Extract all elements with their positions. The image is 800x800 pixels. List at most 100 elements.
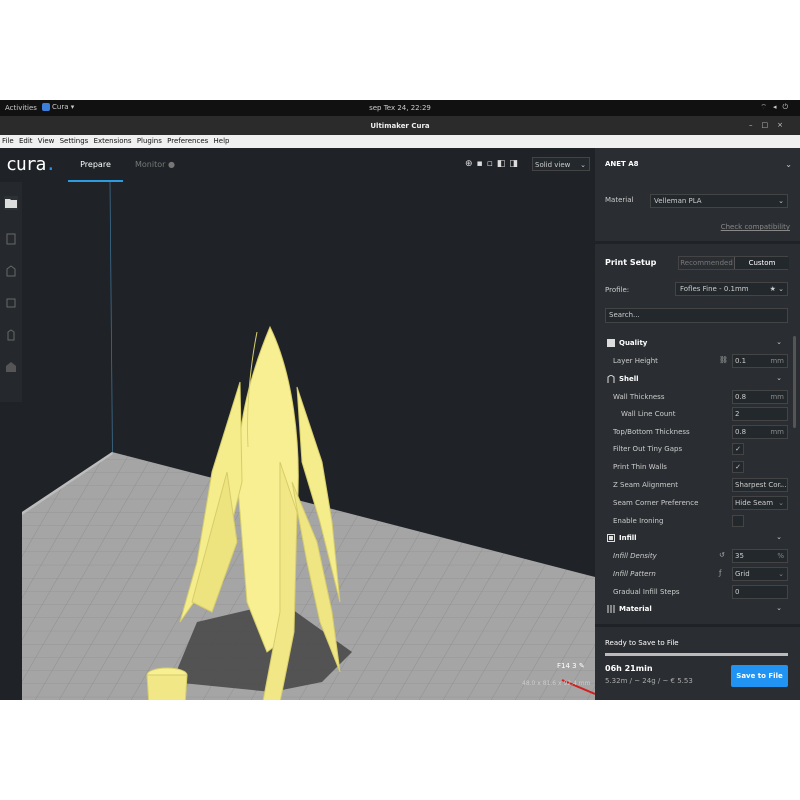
wall-thickness-input[interactable]: 0.8 mm — [732, 390, 788, 404]
settings-list: Quality ⌄ Layer Height ⛓ 0.1 mm Shell ⌄ Wall … — [595, 333, 800, 653]
material-label: Material — [605, 196, 634, 204]
setting-infill-density: Infill Density ↺ 35% — [595, 548, 790, 565]
material-select[interactable]: Velleman PLA ⌄ — [650, 194, 788, 208]
setting-infill-pattern: Infill Pattern ƒ Grid ⌄ — [595, 566, 790, 583]
view-3d-icon[interactable]: ⊕ — [465, 159, 477, 169]
setting-gradual-infill-steps: Gradual Infill Steps 0 — [595, 584, 790, 601]
settings-search-input[interactable]: Search... — [605, 308, 788, 323]
chevron-down-icon: ⌄ — [776, 374, 782, 382]
menu-help[interactable]: Help — [214, 137, 230, 145]
value-text: 2 — [735, 410, 740, 418]
printer-selector[interactable]: ANET A8 — [605, 160, 639, 168]
menu-edit[interactable]: Edit — [19, 137, 33, 145]
chevron-down-icon: ⌄ — [776, 338, 782, 346]
filter-tiny-gaps-checkbox[interactable]: ✓ — [732, 443, 744, 455]
left-toolbar — [0, 182, 22, 402]
move-icon[interactable] — [4, 232, 18, 246]
top-bottom-thickness-input[interactable]: 0.8 mm — [732, 425, 788, 439]
mode-recommended-button[interactable]: Recommended — [679, 257, 734, 269]
window-controls: –□× — [749, 121, 792, 129]
view-front-icon[interactable]: ▪ — [477, 159, 487, 169]
gradual-infill-input[interactable]: 0 — [732, 585, 788, 599]
view-top-icon[interactable]: ▫ — [487, 159, 497, 169]
infill-density-input[interactable]: 35% — [732, 549, 788, 563]
value-text: Grid — [735, 570, 750, 578]
category-label: Material — [619, 605, 652, 613]
category-shell[interactable]: Shell ⌄ — [595, 371, 790, 388]
check-compatibility-link[interactable]: Check compatibility — [721, 223, 790, 231]
setting-z-seam-alignment: Z Seam Alignment Sharpest Cor... ⌄ — [595, 477, 790, 494]
open-file-icon[interactable] — [4, 196, 18, 210]
menu-file[interactable]: File — [2, 137, 14, 145]
mode-custom-button[interactable]: Custom — [734, 257, 789, 269]
setting-wall-thickness: Wall Thickness 0.8 mm — [595, 389, 790, 406]
save-to-file-button[interactable]: Save to File — [731, 665, 788, 687]
search-placeholder: Search... — [609, 311, 640, 319]
settings-scrollbar[interactable] — [793, 336, 796, 428]
category-material[interactable]: Material ⌄ — [595, 601, 790, 618]
support-blocker-icon[interactable] — [4, 360, 18, 374]
print-time: 06h 21min — [605, 664, 653, 673]
wall-line-count-input[interactable]: 2 — [732, 407, 788, 421]
logo-text: cura — [6, 154, 46, 175]
function-icon[interactable]: ƒ — [719, 569, 721, 577]
menu-view[interactable]: View — [38, 137, 55, 145]
z-seam-alignment-select[interactable]: Sharpest Cor... ⌄ — [732, 478, 788, 492]
category-quality[interactable]: Quality ⌄ — [595, 335, 790, 352]
rotate-icon[interactable] — [4, 296, 18, 310]
progress-fill — [605, 653, 788, 656]
engine-part-left[interactable] — [146, 667, 188, 700]
category-label: Quality — [619, 339, 648, 347]
edit-icon[interactable]: ✎ — [579, 662, 585, 670]
menu-plugins[interactable]: Plugins — [137, 137, 162, 145]
infill-pattern-select[interactable]: Grid ⌄ — [732, 567, 788, 581]
view-left-icon[interactable]: ◧ — [497, 159, 510, 169]
close-icon[interactable]: × — [777, 121, 792, 129]
view-right-icon[interactable]: ◨ — [509, 159, 522, 169]
tab-monitor[interactable]: Monitor ● — [135, 158, 175, 172]
menu-settings[interactable]: Settings — [60, 137, 89, 145]
menu-extensions[interactable]: Extensions — [94, 137, 132, 145]
category-infill[interactable]: Infill ⌄ — [595, 530, 790, 547]
profile-select[interactable]: Fofles Fine - 0.1mm ★ ⌄ — [675, 282, 788, 296]
chevron-down-icon: ⌄ — [776, 533, 782, 541]
scale-icon[interactable] — [4, 264, 18, 278]
value-text: 0.8 — [735, 428, 747, 436]
menu-preferences[interactable]: Preferences — [167, 137, 208, 145]
tab-monitor-label: Monitor — [135, 160, 166, 169]
setting-seam-corner-preference: Seam Corner Preference Hide Seam ⌄ — [595, 495, 790, 512]
chevron-down-icon: ⌄ — [778, 570, 784, 578]
setting-print-thin-walls: Print Thin Walls ✓ — [595, 459, 790, 476]
link-icon[interactable]: ⛓ — [719, 356, 728, 364]
status-text: Ready to Save to File — [605, 639, 679, 647]
setting-label: Wall Thickness — [613, 393, 665, 401]
build-plate-viewport[interactable] — [22, 182, 595, 700]
view-mode-value: Solid view — [535, 161, 571, 169]
setting-wall-line-count: Wall Line Count 2 — [595, 406, 790, 423]
minimize-icon[interactable]: – — [749, 121, 762, 129]
setting-label: Seam Corner Preference — [613, 499, 699, 507]
file-name-text: F14 3 — [557, 662, 577, 670]
category-label: Shell — [619, 375, 639, 383]
layer-height-input[interactable]: 0.1 mm — [732, 354, 788, 368]
chevron-down-icon: ⌄ — [778, 197, 784, 205]
setting-label: Print Thin Walls — [613, 463, 667, 471]
view-mode-select[interactable]: Solid view ⌄ — [532, 157, 590, 171]
clock[interactable]: sep Tex 24, 22:29 — [0, 104, 800, 112]
object-dimensions: 48.0 x 81.6 x 92.4 mm — [522, 680, 591, 687]
value-text: Hide Seam — [735, 499, 774, 507]
print-thin-walls-checkbox[interactable]: ✓ — [732, 461, 744, 473]
seam-corner-select[interactable]: Hide Seam ⌄ — [732, 496, 788, 510]
setting-filter-tiny-gaps: Filter Out Tiny Gaps ✓ — [595, 441, 790, 458]
chevron-down-icon[interactable]: ⌄ — [785, 160, 792, 169]
reset-icon[interactable]: ↺ — [719, 551, 725, 559]
enable-ironing-checkbox[interactable] — [732, 515, 744, 527]
system-top-bar: Activities Cura ▾ sep Tex 24, 22:29 ⌔◂⏻ — [0, 100, 800, 116]
system-tray[interactable]: ⌔◂⏻ — [760, 103, 794, 112]
setting-label: Filter Out Tiny Gaps — [613, 445, 683, 453]
maximize-icon[interactable]: □ — [762, 121, 778, 129]
unit: mm — [770, 428, 784, 436]
mirror-icon[interactable] — [4, 328, 18, 342]
object-file-name: F14 3 ✎ — [557, 662, 585, 670]
tab-prepare[interactable]: Prepare — [68, 158, 123, 182]
